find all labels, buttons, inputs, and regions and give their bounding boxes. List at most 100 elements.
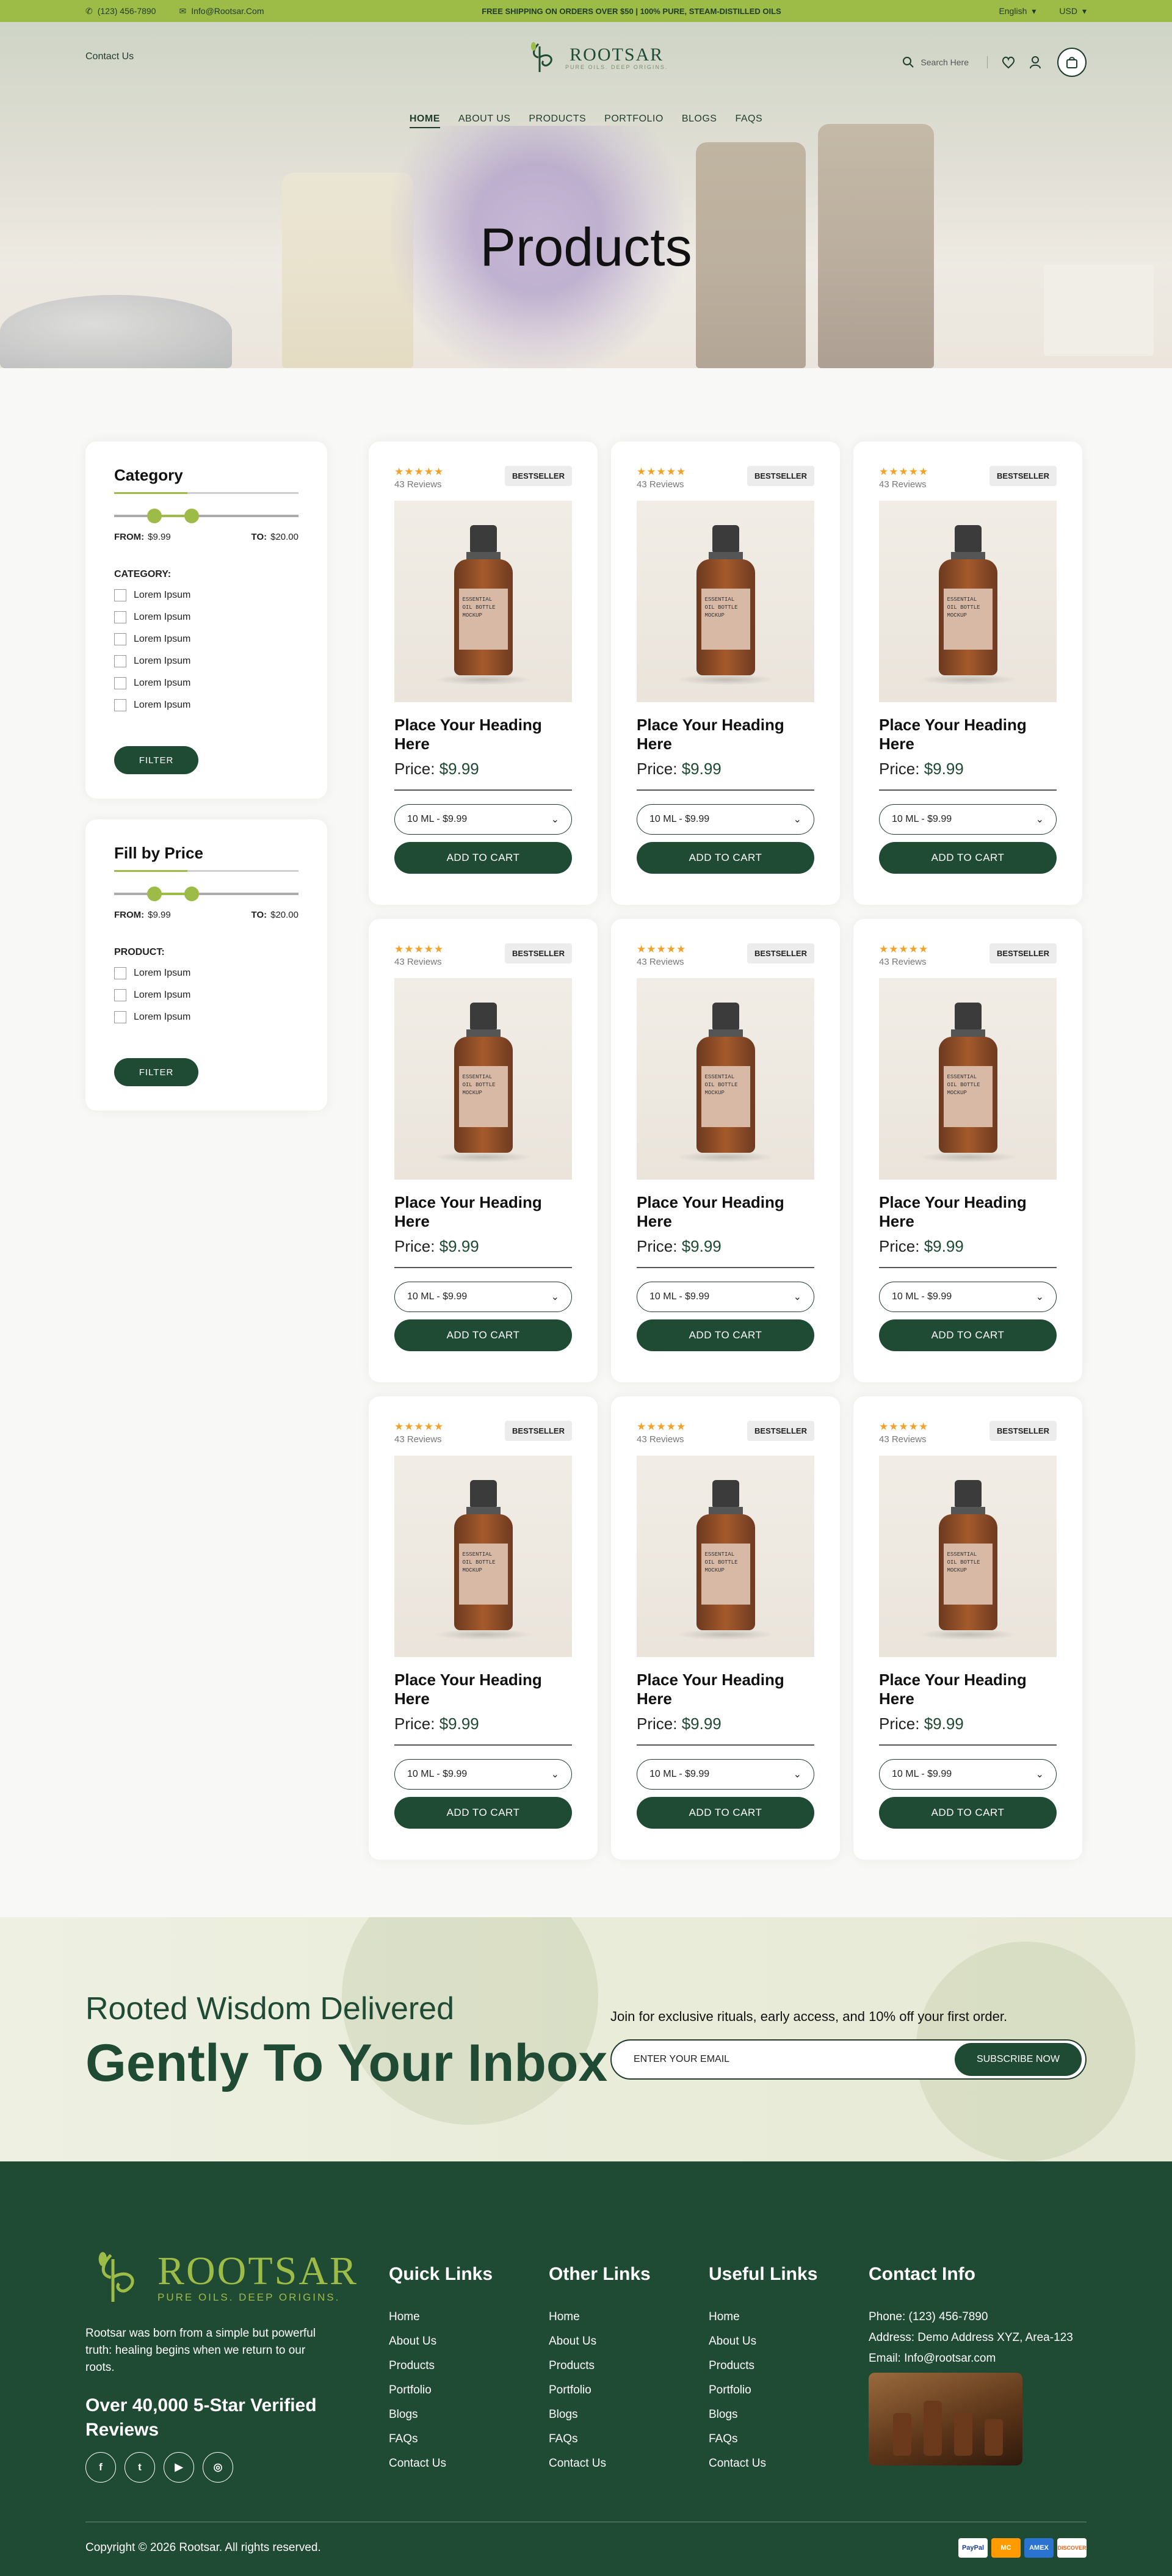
slider-min-handle[interactable] bbox=[147, 887, 162, 901]
variant-select[interactable]: 10 ML - $9.99 ⌄ bbox=[879, 1759, 1057, 1790]
review-count[interactable]: 43 Reviews bbox=[394, 1434, 444, 1445]
footer-link[interactable]: Home bbox=[709, 2310, 817, 2335]
search-field[interactable]: Search Here bbox=[902, 56, 988, 68]
subscribe-button[interactable]: SUBSCRIBE NOW bbox=[955, 2043, 1082, 2076]
category-checkbox[interactable]: Lorem Ipsum bbox=[114, 611, 298, 624]
review-count[interactable]: 43 Reviews bbox=[394, 957, 444, 967]
variant-select[interactable]: 10 ML - $9.99 ⌄ bbox=[637, 804, 814, 835]
contact-us-link[interactable]: Contact Us bbox=[85, 51, 134, 62]
product-checkbox[interactable]: Lorem Ipsum bbox=[114, 989, 298, 1002]
topbar-email[interactable]: ✉ Info@Rootsar.Com bbox=[179, 6, 264, 16]
product-title[interactable]: Place Your Heading Here bbox=[879, 1671, 1057, 1708]
email-input[interactable]: ENTER YOUR EMAIL bbox=[634, 2054, 729, 2065]
price-range-slider[interactable] bbox=[114, 509, 298, 523]
price-filter-button[interactable]: FILTER bbox=[114, 1058, 198, 1086]
product-image[interactable]: ESSENTIAL OIL BOTTLE MOCKUP bbox=[637, 978, 814, 1180]
checkbox-box[interactable] bbox=[114, 633, 126, 645]
checkbox-box[interactable] bbox=[114, 611, 126, 623]
variant-select[interactable]: 10 ML - $9.99 ⌄ bbox=[394, 804, 572, 835]
category-checkbox[interactable]: Lorem Ipsum bbox=[114, 633, 298, 646]
review-count[interactable]: 43 Reviews bbox=[637, 1434, 686, 1445]
footer-link[interactable]: Portfolio bbox=[549, 2384, 651, 2408]
variant-select[interactable]: 10 ML - $9.99 ⌄ bbox=[637, 1759, 814, 1790]
review-count[interactable]: 43 Reviews bbox=[637, 957, 686, 967]
product-image[interactable]: ESSENTIAL OIL BOTTLE MOCKUP bbox=[394, 978, 572, 1180]
footer-link[interactable]: FAQs bbox=[709, 2433, 817, 2457]
checkbox-box[interactable] bbox=[114, 967, 126, 979]
wishlist-heart-icon[interactable] bbox=[1001, 56, 1016, 69]
add-to-cart-button[interactable]: ADD TO CART bbox=[637, 842, 814, 874]
add-to-cart-button[interactable]: ADD TO CART bbox=[637, 1319, 814, 1351]
nav-item-blogs[interactable]: BLOGS bbox=[682, 114, 717, 128]
product-image[interactable]: ESSENTIAL OIL BOTTLE MOCKUP bbox=[394, 1456, 572, 1657]
add-to-cart-button[interactable]: ADD TO CART bbox=[879, 842, 1057, 874]
category-checkbox[interactable]: Lorem Ipsum bbox=[114, 698, 298, 712]
slider-min-handle[interactable] bbox=[147, 509, 162, 523]
review-count[interactable]: 43 Reviews bbox=[394, 479, 444, 490]
footer-link[interactable]: Products bbox=[549, 2359, 651, 2384]
variant-select[interactable]: 10 ML - $9.99 ⌄ bbox=[879, 804, 1057, 835]
checkbox-box[interactable] bbox=[114, 1011, 126, 1023]
checkbox-box[interactable] bbox=[114, 589, 126, 601]
footer-link[interactable]: Contact Us bbox=[389, 2457, 493, 2481]
review-count[interactable]: 43 Reviews bbox=[879, 479, 928, 490]
product-title[interactable]: Place Your Heading Here bbox=[637, 1193, 814, 1231]
product-checkbox[interactable]: Lorem Ipsum bbox=[114, 967, 298, 980]
price-range-slider[interactable] bbox=[114, 887, 298, 901]
checkbox-box[interactable] bbox=[114, 677, 126, 689]
add-to-cart-button[interactable]: ADD TO CART bbox=[394, 1319, 572, 1351]
product-checkbox[interactable]: Lorem Ipsum bbox=[114, 1010, 298, 1024]
nav-item-portfolio[interactable]: PORTFOLIO bbox=[604, 114, 664, 128]
product-image[interactable]: ESSENTIAL OIL BOTTLE MOCKUP bbox=[394, 501, 572, 702]
youtube-icon[interactable]: ▶ bbox=[164, 2452, 194, 2483]
footer-link[interactable]: Portfolio bbox=[709, 2384, 817, 2408]
footer-link[interactable]: Contact Us bbox=[709, 2457, 817, 2481]
twitter-icon[interactable]: t bbox=[125, 2452, 155, 2483]
nav-item-home[interactable]: HOME bbox=[409, 114, 440, 128]
review-count[interactable]: 43 Reviews bbox=[879, 1434, 928, 1445]
nav-item-products[interactable]: PRODUCTS bbox=[529, 114, 586, 128]
footer-phone[interactable]: Phone: (123) 456-7890 bbox=[869, 2310, 1073, 2324]
footer-link[interactable]: Portfolio bbox=[389, 2384, 493, 2408]
site-logo[interactable]: ROOTSAR PURE OILS. DEEP ORIGINS. bbox=[526, 39, 668, 76]
product-image[interactable]: ESSENTIAL OIL BOTTLE MOCKUP bbox=[637, 1456, 814, 1657]
product-title[interactable]: Place Your Heading Here bbox=[394, 716, 572, 753]
footer-link[interactable]: Home bbox=[389, 2310, 493, 2335]
product-image[interactable]: ESSENTIAL OIL BOTTLE MOCKUP bbox=[879, 1456, 1057, 1657]
product-title[interactable]: Place Your Heading Here bbox=[879, 1193, 1057, 1231]
slider-max-handle[interactable] bbox=[184, 887, 199, 901]
footer-link[interactable]: About Us bbox=[549, 2335, 651, 2359]
add-to-cart-button[interactable]: ADD TO CART bbox=[879, 1319, 1057, 1351]
footer-link[interactable]: Blogs bbox=[549, 2408, 651, 2433]
footer-link[interactable]: Products bbox=[709, 2359, 817, 2384]
slider-max-handle[interactable] bbox=[184, 509, 199, 523]
category-filter-button[interactable]: FILTER bbox=[114, 746, 198, 774]
product-title[interactable]: Place Your Heading Here bbox=[879, 716, 1057, 753]
variant-select[interactable]: 10 ML - $9.99 ⌄ bbox=[879, 1282, 1057, 1312]
footer-link[interactable]: About Us bbox=[709, 2335, 817, 2359]
review-count[interactable]: 43 Reviews bbox=[637, 479, 686, 490]
category-checkbox[interactable]: Lorem Ipsum bbox=[114, 677, 298, 690]
footer-link[interactable]: FAQs bbox=[389, 2433, 493, 2457]
review-count[interactable]: 43 Reviews bbox=[879, 957, 928, 967]
topbar-phone[interactable]: ✆ (123) 456-7890 bbox=[85, 6, 156, 16]
add-to-cart-button[interactable]: ADD TO CART bbox=[879, 1797, 1057, 1829]
footer-link[interactable]: Blogs bbox=[389, 2408, 493, 2433]
add-to-cart-button[interactable]: ADD TO CART bbox=[394, 1797, 572, 1829]
variant-select[interactable]: 10 ML - $9.99 ⌄ bbox=[637, 1282, 814, 1312]
product-title[interactable]: Place Your Heading Here bbox=[637, 716, 814, 753]
category-checkbox[interactable]: Lorem Ipsum bbox=[114, 655, 298, 668]
facebook-icon[interactable]: f bbox=[85, 2452, 116, 2483]
footer-link[interactable]: Home bbox=[549, 2310, 651, 2335]
footer-link[interactable]: About Us bbox=[389, 2335, 493, 2359]
variant-select[interactable]: 10 ML - $9.99 ⌄ bbox=[394, 1282, 572, 1312]
product-title[interactable]: Place Your Heading Here bbox=[394, 1193, 572, 1231]
category-checkbox[interactable]: Lorem Ipsum bbox=[114, 589, 298, 602]
add-to-cart-button[interactable]: ADD TO CART bbox=[637, 1797, 814, 1829]
footer-link[interactable]: FAQs bbox=[549, 2433, 651, 2457]
checkbox-box[interactable] bbox=[114, 655, 126, 667]
nav-item-faqs[interactable]: FAQS bbox=[735, 114, 762, 128]
add-to-cart-button[interactable]: ADD TO CART bbox=[394, 842, 572, 874]
product-image[interactable]: ESSENTIAL OIL BOTTLE MOCKUP bbox=[637, 501, 814, 702]
checkbox-box[interactable] bbox=[114, 989, 126, 1001]
